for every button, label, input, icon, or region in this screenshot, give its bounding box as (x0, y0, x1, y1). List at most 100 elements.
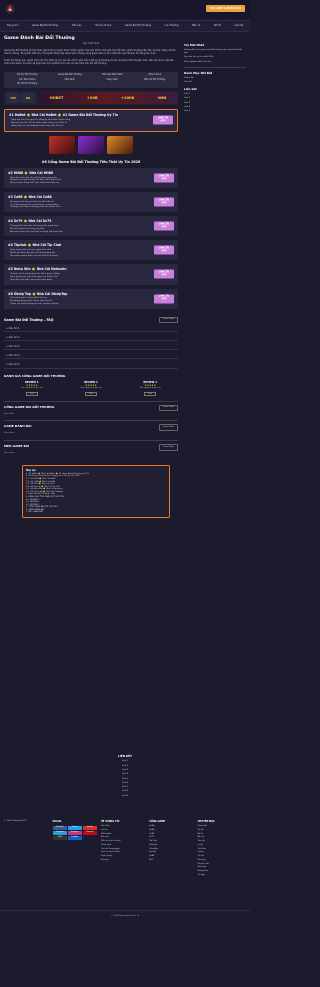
footer-link[interactable]: Link 5 (0, 778, 250, 781)
footer-link[interactable]: Tin tức (198, 855, 246, 858)
promo-banner[interactable]: HOBET +20B +100K WIN (38, 92, 178, 105)
site-logo[interactable] (4, 3, 16, 15)
faq-more-button[interactable]: Xem thêm (159, 316, 178, 324)
recent-post-link[interactable]: Top nhà cái uy tín nhất 2026 (184, 56, 246, 59)
category-tab[interactable]: Mậu Binh (49, 78, 92, 83)
footer-link[interactable]: Điều khoản (101, 833, 149, 836)
footer-link[interactable]: Lô đề (198, 844, 246, 847)
footer-link[interactable]: Tài xỉu (198, 829, 246, 832)
game-thumbnail[interactable] (107, 135, 133, 154)
footer-link[interactable]: Tuyển dụng (101, 855, 149, 858)
footer-link[interactable]: Sitemap (101, 859, 149, 862)
footer-link[interactable]: Tip Club (149, 840, 197, 843)
footer-link[interactable]: Link 6 (0, 782, 250, 785)
footer-link[interactable]: Miễn trừ trách nhiệm (101, 840, 149, 843)
nav-item[interactable]: Bắn cá (192, 24, 200, 27)
footer-link[interactable]: Liên hệ (101, 829, 149, 832)
social-button[interactable]: Instagram (67, 831, 82, 835)
footer-link[interactable]: Link 2 (0, 765, 250, 768)
category-link[interactable]: Liên kết (184, 81, 246, 84)
download-app-button[interactable]: LINK TẢI APP (154, 245, 174, 255)
footer-link[interactable]: Nổ hũ (198, 833, 246, 836)
category-tab[interactable]: Nổ Hũ Đổi Thưởng (6, 82, 49, 87)
download-cta-button[interactable]: TẢI GAME & NHẬN QUÀ (205, 5, 245, 12)
faq-item[interactable]: + Câu hỏi 1 (4, 325, 178, 333)
block-more-button[interactable]: Xem thêm (159, 404, 178, 412)
footer-link[interactable]: Bắn cá (198, 836, 246, 839)
toc-link[interactable]: 7. MEO GAME BÀI (26, 511, 166, 514)
partner-logo[interactable]: 68 (21, 93, 35, 104)
social-button[interactable]: LinkedIn (67, 836, 82, 840)
footer-link[interactable]: Co88 (149, 833, 197, 836)
social-button[interactable]: Twitter (67, 826, 82, 830)
footer-link[interactable]: Giới thiệu (101, 825, 149, 828)
footer-link[interactable]: Hit88 (149, 829, 197, 832)
footer-link[interactable]: OkvipTop (149, 848, 197, 851)
nav-item[interactable]: Game Bài Đổi Thưởng (125, 24, 151, 27)
game-thumbnail[interactable] (78, 135, 104, 154)
nav-item[interactable]: Trang chủ (7, 24, 19, 27)
footer-link[interactable]: Đánh giá (198, 866, 246, 869)
footer-link[interactable]: Khuyến mãi (198, 863, 246, 866)
nav-item[interactable]: Lưu Thưởng (165, 24, 179, 27)
sidebar-link[interactable]: Link 4 (184, 106, 246, 109)
footer-link[interactable]: Sunwin (149, 851, 197, 854)
social-button[interactable]: Telegram (52, 831, 67, 835)
social-button[interactable]: Pinterest (82, 831, 97, 835)
footer-link[interactable]: Casino (198, 851, 246, 854)
nav-item[interactable]: Tiến Lên (72, 24, 82, 27)
footer-link[interactable]: Xóc đĩa (198, 840, 246, 843)
footer-link[interactable]: Go88 (149, 855, 197, 858)
footer-link[interactable]: Chính sách (101, 844, 149, 847)
review-button[interactable]: Xem (25, 391, 38, 396)
social-button[interactable]: Facebook (52, 826, 67, 830)
download-app-button[interactable]: LINK TẢI APP (154, 221, 174, 231)
sidebar-link[interactable]: Link 2 (184, 97, 246, 100)
download-app-button[interactable]: LINK TẢI APP (154, 269, 174, 279)
download-app-button[interactable]: LINK TẢI APP (154, 197, 174, 207)
nav-item[interactable]: Nổ hũ (214, 24, 221, 27)
footer-link[interactable]: Link 4 (0, 773, 250, 776)
footer-link[interactable]: Link 9 (0, 795, 250, 798)
category-link[interactable]: Game bài (184, 77, 246, 80)
footer-link[interactable]: Sv79 (149, 836, 197, 839)
footer-link[interactable]: Tải app (198, 874, 246, 877)
footer-link[interactable]: Link 7 (0, 786, 250, 789)
block-more-button[interactable]: Xem thêm (159, 444, 178, 451)
faq-item[interactable]: + Câu hỏi 5 (4, 361, 178, 369)
review-button[interactable]: Xem (144, 391, 157, 396)
download-app-button[interactable]: LINK TẢI APP (153, 115, 173, 125)
footer-link[interactable]: Link 8 (0, 790, 250, 793)
sidebar-link[interactable]: Link 3 (184, 102, 246, 105)
game-thumbnail[interactable] (49, 135, 75, 154)
download-app-button[interactable]: LINK TẢI APP (154, 173, 174, 183)
faq-item[interactable]: + Câu hỏi 2 (4, 334, 178, 342)
nav-item[interactable]: Game Bài Đổi Thưởng (32, 24, 58, 27)
footer-brand[interactable]: ♦ Đổi Thưởng Giải Trí (4, 820, 52, 823)
footer-link[interactable]: Hướng dẫn (198, 870, 246, 873)
category-tab[interactable]: Liêng Sâm (91, 78, 134, 83)
block-more-button[interactable]: Xem thêm (159, 424, 178, 431)
sidebar-link[interactable]: Link 5 (184, 110, 246, 113)
nav-item[interactable]: Tài xỉu Online (95, 24, 111, 27)
review-button[interactable]: Xem (84, 391, 97, 396)
footer-link[interactable]: Link 1 (0, 760, 250, 763)
faq-item[interactable]: + Câu hỏi 4 (4, 352, 178, 360)
footer-link[interactable]: B52 (149, 859, 197, 862)
partner-logo[interactable]: TÍD (6, 93, 20, 104)
footer-link[interactable]: Chơi có trách nhiệm (101, 851, 149, 854)
footer-link[interactable]: Mẹo hay (198, 859, 246, 862)
faq-item[interactable]: + Câu hỏi 3 (4, 343, 178, 351)
footer-link[interactable]: Link 3 (0, 769, 250, 772)
nav-item[interactable]: Liên hệ (234, 24, 243, 27)
footer-link[interactable]: Game bài (198, 825, 246, 828)
social-button[interactable]: TikTok (52, 836, 67, 840)
footer-link[interactable]: Bảo mật (101, 836, 149, 839)
recent-post-link[interactable]: Hướng dẫn chơi game bài đổi thưởng cho n… (184, 49, 246, 55)
footer-link[interactable]: Thể thao (198, 848, 246, 851)
category-tab[interactable]: Bắn Cá Đổi Thưởng (134, 78, 177, 83)
footer-link[interactable]: Nohuwin (149, 844, 197, 847)
footer-link[interactable]: Câu hỏi thường gặp (101, 848, 149, 851)
download-app-button[interactable]: LINK TẢI APP (154, 294, 174, 304)
recent-post-link[interactable]: Kinh nghiệm đánh tiến lên (184, 61, 246, 64)
